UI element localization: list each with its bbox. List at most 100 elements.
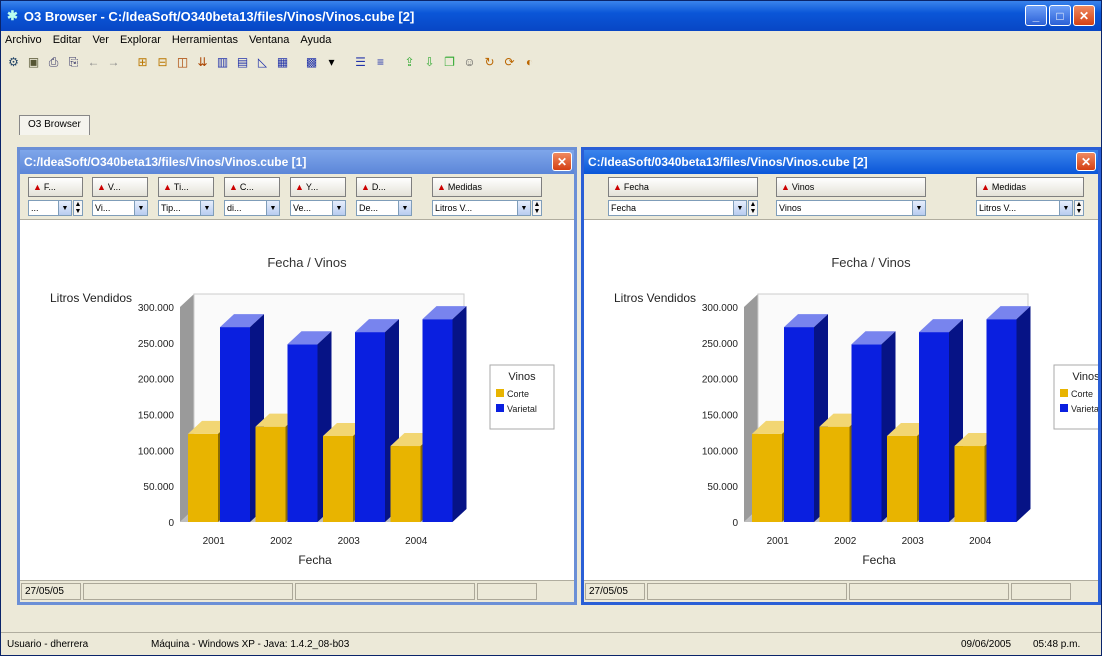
dim-6-header[interactable]: ▲ D... [356,177,412,197]
menu-herramientas[interactable]: Herramientas [172,34,238,46]
tab-o3-browser[interactable]: O3 Browser [19,115,90,135]
line-chart-icon[interactable]: ▤ [234,54,251,71]
chevron-down-icon: ▼ [200,201,213,215]
window-2-status-bar: 27/05/05 [584,580,1098,602]
dim-2-header[interactable]: ▲ V... [92,177,148,197]
pivot-icon[interactable]: ⊞ [134,54,151,71]
chart-2: Fecha / Vinos Litros Vendidos 0 50.000 100.0… [584,220,1098,580]
dim-1-select[interactable]: ... ▼ [28,200,72,216]
dim-5-header[interactable]: ▲ Y... [290,177,346,197]
sort-icon: ▲ [437,182,446,192]
x-tick-label: 2003 [902,536,925,547]
window-2-title: C:/IdeaSoft/0340beta13/files/Vinos/Vinos… [588,155,868,169]
bar-front [784,327,814,522]
sort-icon: ▲ [163,182,172,192]
align-left-icon[interactable]: ☰ [352,54,369,71]
dim-vinos-header[interactable]: ▲ Vinos [776,177,926,197]
dim-6-select[interactable]: De... ▼ [356,200,412,216]
dim-3: ▲ Ti... Tip... ▼ [158,177,214,217]
drill-icon[interactable]: ⇊ [194,54,211,71]
dim-fecha-header[interactable]: ▲ Fecha [608,177,758,197]
menu-archivo[interactable]: Archivo [5,34,42,46]
gear-icon[interactable]: ⚙ [5,54,22,71]
window-1-close-icon[interactable]: ✕ [552,152,572,171]
y-tick-label: 300.000 [702,303,739,314]
dim-vinos-select[interactable]: Vinos ▼ [776,200,926,216]
app-window: ✱ O3 Browser - C:/IdeaSoft/O340beta13/fi… [0,0,1102,656]
window-1-status-date: 27/05/05 [21,583,81,600]
import-icon[interactable]: ⇩ [421,54,438,71]
chevron-down-icon: ▼ [1059,201,1072,215]
bar-front [919,332,949,522]
measure-1-select[interactable]: Litros V... ▼ [432,200,531,216]
dim-2-select[interactable]: Vi... ▼ [92,200,148,216]
filter-icon[interactable]: ⊟ [154,54,171,71]
bar-chart-icon[interactable]: ▥ [214,54,231,71]
measure-2-header[interactable]: ▲ Medidas [976,177,1084,197]
y-tick-label: 200.000 [138,375,175,386]
measure-2-spinner[interactable]: ▲ ▼ [1074,200,1084,216]
dim-6: ▲ D... De... ▼ [356,177,412,217]
toolbar: ⚙ ▣ ⎙ ⎘ ← → ⊞ ⊟ ◫ ⇊ ▥ ▤ ◺ ▦ ▩ ▾ ☰ ≡ ⇪ ⇩ ❐ ☺ ↻ ⟳ ◐ [1,49,1101,75]
y-axis-label: Litros Vendidos [50,291,132,305]
sort-icon: ▲ [33,182,42,192]
align-right-icon[interactable]: ≡ [372,54,389,71]
dim-5: ▲ Y... Ve... ▼ [290,177,346,217]
x-axis-label: Fecha [298,553,332,567]
print-preview-icon[interactable]: ⎘ [65,54,82,71]
dim-4-header[interactable]: ▲ C... [224,177,280,197]
measure-1-header[interactable]: ▲ Medidas [432,177,542,197]
dim-3-select[interactable]: Tip... ▼ [158,200,214,216]
sync-icon[interactable]: ⟳ [501,54,518,71]
back-icon[interactable]: ← [85,54,102,71]
menu-ver[interactable]: Ver [92,34,109,46]
chart-icon[interactable]: ▩ [303,54,320,71]
refresh-icon[interactable]: ↻ [481,54,498,71]
status-machine: Máquina - Windows XP - Java: 1.4.2_08-b0… [151,638,350,650]
menu-editar[interactable]: Editar [53,34,82,46]
x-tick-label: 2001 [767,536,790,547]
minimize-button[interactable]: _ [1025,5,1047,26]
area-chart-icon[interactable]: ◺ [254,54,271,71]
legend-swatch [496,389,504,397]
menu-ayuda[interactable]: Ayuda [300,34,331,46]
bar-front [986,319,1017,522]
measure-2-select[interactable]: Litros V... ▼ [976,200,1073,216]
dim-1-spinner[interactable]: ▲ ▼ [73,200,83,216]
cube-icon[interactable]: ◫ [174,54,191,71]
sort-icon: ▲ [981,182,990,192]
camera-icon[interactable]: ▣ [25,54,42,71]
window-2-title-bar: C:/IdeaSoft/0340beta13/files/Vinos/Vinos… [584,150,1098,174]
measure-1-spinner[interactable]: ▲ ▼ [532,200,542,216]
bar-front [954,446,985,522]
forward-icon[interactable]: → [105,54,122,71]
x-tick-label: 2001 [203,536,226,547]
print-icon[interactable]: ⎙ [45,54,62,71]
legend-label: Varietal [507,404,537,414]
chevron-down-icon: ▼ [733,201,746,215]
menu-ventana[interactable]: Ventana [249,34,289,46]
copy-icon[interactable]: ❐ [441,54,458,71]
legend-label: Corte [507,389,529,399]
dim-3-header[interactable]: ▲ Ti... [158,177,214,197]
table-icon[interactable]: ▦ [274,54,291,71]
dim-1-header[interactable]: ▲ F... [28,177,83,197]
export-icon[interactable]: ⇪ [401,54,418,71]
dim-fecha-select[interactable]: Fecha ▼ [608,200,747,216]
color-icon[interactable]: ◐ [521,54,538,71]
maximize-button[interactable]: □ [1049,5,1071,26]
user-icon[interactable]: ☺ [461,54,478,71]
y-tick-label: 150.000 [138,411,175,422]
window-1-status-bar: 27/05/05 [20,580,574,602]
close-button[interactable]: ✕ [1073,5,1095,26]
window-2-close-icon[interactable]: ✕ [1076,152,1096,171]
dim-fecha-spinner[interactable]: ▲ ▼ [748,200,758,216]
dim-4-select[interactable]: di... ▼ [224,200,280,216]
window-1-title-bar: C:/IdeaSoft/O340beta13/files/Vinos/Vinos… [20,150,574,174]
dim-1: ▲ F... ... ▼ ▲ ▼ [28,177,83,217]
dropdown-icon[interactable]: ▾ [323,54,340,71]
bar-front [887,436,917,522]
menu-explorar[interactable]: Explorar [120,34,161,46]
dim-5-select[interactable]: Ve... ▼ [290,200,346,216]
legend-swatch [1060,389,1068,397]
